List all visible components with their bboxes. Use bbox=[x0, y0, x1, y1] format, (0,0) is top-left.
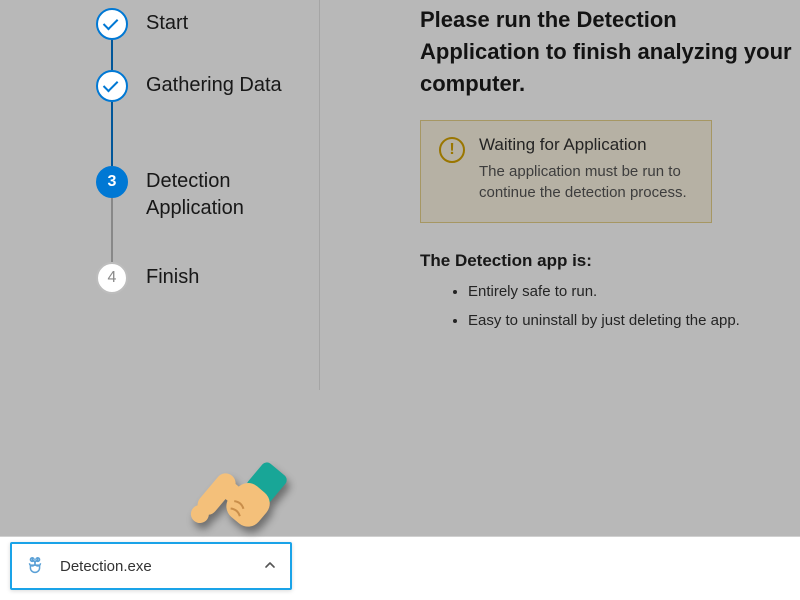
pointer-hand-illustration bbox=[185, 447, 295, 562]
step-marker-done bbox=[96, 8, 128, 40]
step-label: Start bbox=[128, 8, 188, 37]
main-content: Please run the Detection Application to … bbox=[320, 0, 800, 600]
wizard-steps-list: Start Gathering Data 3 Detection Applica… bbox=[0, 8, 319, 302]
wizard-step-finish: 4 Finish bbox=[96, 262, 319, 302]
alert-body: The application must be run to continue … bbox=[479, 161, 693, 205]
step-label: Gathering Data bbox=[128, 70, 282, 99]
step-connector bbox=[111, 198, 113, 262]
check-icon bbox=[103, 15, 119, 31]
list-item: Entirely safe to run. bbox=[468, 281, 800, 304]
wizard-step-detection-application: 3 Detection Application bbox=[96, 166, 319, 262]
wizard-step-start: Start bbox=[96, 8, 319, 70]
alert-title: Waiting for Application bbox=[479, 135, 693, 155]
step-marker-done bbox=[96, 70, 128, 102]
wizard-step-gathering-data: Gathering Data bbox=[96, 70, 319, 166]
list-item: Easy to uninstall by just deleting the a… bbox=[468, 310, 800, 333]
instruction-heading: Please run the Detection Application to … bbox=[420, 0, 800, 100]
alert-text: Waiting for Application The application … bbox=[479, 135, 693, 205]
file-icon bbox=[24, 555, 46, 577]
detection-app-info-list: Entirely safe to run. Easy to uninstall … bbox=[420, 281, 800, 332]
step-connector bbox=[111, 40, 113, 70]
warning-icon: ! bbox=[439, 137, 465, 163]
waiting-alert: ! Waiting for Application The applicatio… bbox=[420, 120, 712, 224]
page-root: Start Gathering Data 3 Detection Applica… bbox=[0, 0, 800, 600]
wizard-steps-sidebar: Start Gathering Data 3 Detection Applica… bbox=[0, 0, 320, 390]
step-connector bbox=[111, 102, 113, 166]
step-marker-active: 3 bbox=[96, 166, 128, 198]
check-icon bbox=[103, 77, 119, 93]
step-label: Detection Application bbox=[128, 166, 298, 222]
detection-app-info-heading: The Detection app is: bbox=[420, 251, 800, 271]
step-label: Finish bbox=[128, 262, 199, 291]
step-marker-future: 4 bbox=[96, 262, 128, 294]
